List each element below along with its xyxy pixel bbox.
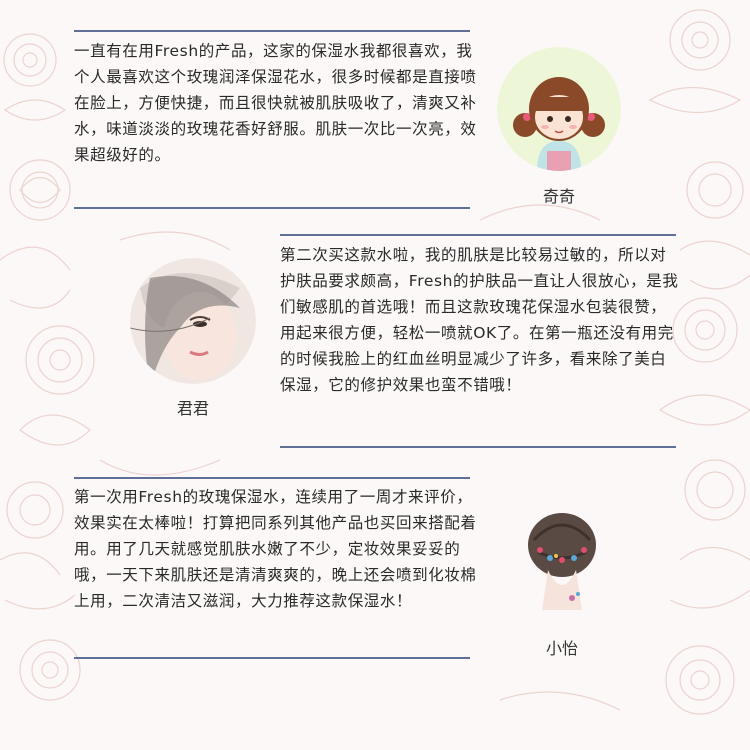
- review-bottom-divider: [74, 207, 470, 209]
- review-top-divider: [280, 234, 676, 236]
- illustrated-woman-face-icon: [130, 258, 256, 384]
- review-card-2: 第二次买这款水啦，我的肌肤是比较易过敏的，所以对护肤品要求颇高，Fresh的护肤…: [0, 220, 750, 460]
- reviewer-name: 奇奇: [542, 187, 575, 206]
- review-top-divider: [74, 30, 470, 32]
- review-text: 第二次买这款水啦，我的肌肤是比较易过敏的，所以对护肤品要求颇高，Fresh的护肤…: [280, 246, 679, 394]
- reviewer-name: 君君: [176, 399, 209, 418]
- review-bottom-divider: [280, 446, 676, 448]
- review-card-1: 一直有在用Fresh的产品，这家的保湿水我都很喜欢，我个人最喜欢这个玫瑰润泽保湿…: [0, 0, 750, 220]
- reviewer-name: 小怡: [545, 639, 578, 658]
- cartoon-girl-pigtails-icon: [497, 47, 621, 171]
- review-card-3: 第一次用Fresh的玫瑰保湿水，连续用了一周才来评价，效果实在太棒啦！打算把同系…: [0, 460, 750, 750]
- review-text: 第一次用Fresh的玫瑰保湿水，连续用了一周才来评价，效果实在太棒啦！打算把同系…: [74, 488, 477, 610]
- review-top-divider: [74, 477, 470, 479]
- woman-floral-hair-back-icon: [510, 500, 614, 620]
- review-text: 一直有在用Fresh的产品，这家的保湿水我都很喜欢，我个人最喜欢这个玫瑰润泽保湿…: [74, 42, 477, 164]
- review-bottom-divider: [74, 657, 470, 659]
